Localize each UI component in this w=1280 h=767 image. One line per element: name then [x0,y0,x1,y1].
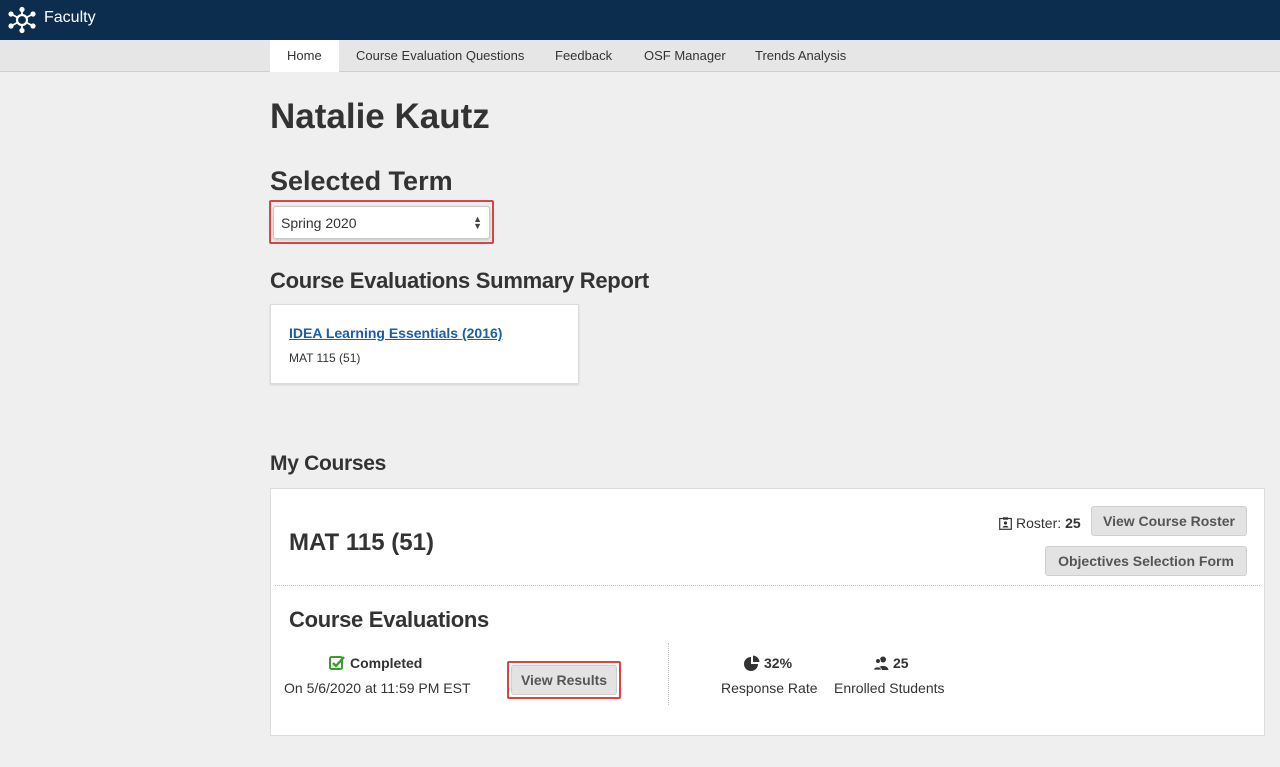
evaluation-status: Completed [329,655,422,671]
tab-course-evaluation-questions[interactable]: Course Evaluation Questions [339,40,541,72]
checkbox-checked-icon [329,656,345,670]
app-title[interactable]: Faculty [44,9,96,27]
tab-osf-manager[interactable]: OSF Manager [627,40,743,72]
stats-divider [668,643,669,705]
roster-label: Roster: [1016,515,1062,531]
course-title: MAT 115 (51) [289,529,434,556]
roster-id-card-icon [999,516,1012,530]
top-header: Faculty [0,0,1280,40]
status-text: Completed [350,655,423,671]
enrolled-students-value: 25 [873,655,909,671]
page-title: Natalie Kautz [270,97,490,136]
objectives-selection-form-button[interactable]: Objectives Selection Form [1045,546,1247,576]
summary-report-course: MAT 115 (51) [289,351,361,365]
users-icon [873,656,889,671]
tab-trends-analysis[interactable]: Trends Analysis [738,40,863,72]
term-select-value: Spring 2020 [281,215,357,231]
response-rate-value: 32% [744,655,792,671]
main-nav: Home Course Evaluation Questions Feedbac… [0,40,1280,72]
course-evaluations-heading: Course Evaluations [289,607,489,632]
completed-date: On 5/6/2020 at 11:59 PM EST [284,680,471,696]
summary-report-link[interactable]: IDEA Learning Essentials (2016) [289,325,502,341]
summary-report-heading: Course Evaluations Summary Report [270,268,649,293]
enrolled-students-label: Enrolled Students [834,680,945,696]
my-courses-heading: My Courses [270,452,387,475]
term-select[interactable]: Spring 2020 ▲ ▼ [273,206,490,239]
roster-info: Roster: 25 [999,515,1081,531]
card-divider [275,585,1260,586]
tab-feedback[interactable]: Feedback [538,40,629,72]
selected-term-heading: Selected Term [270,166,453,196]
roster-count: 25 [1065,515,1081,531]
course-card: MAT 115 (51) Roster: 25 View Course Rost… [270,488,1265,736]
summary-report-card: IDEA Learning Essentials (2016) MAT 115 … [270,304,579,384]
pie-chart-icon [744,655,760,671]
enrolled-students-number: 25 [893,655,909,671]
network-logo-icon[interactable] [7,6,37,34]
response-rate-number: 32% [764,655,793,671]
tab-home[interactable]: Home [270,40,339,72]
response-rate-label: Response Rate [721,680,818,696]
view-results-button[interactable]: View Results [511,665,617,695]
view-course-roster-button[interactable]: View Course Roster [1091,506,1247,536]
select-arrows-icon: ▲ ▼ [473,214,482,231]
